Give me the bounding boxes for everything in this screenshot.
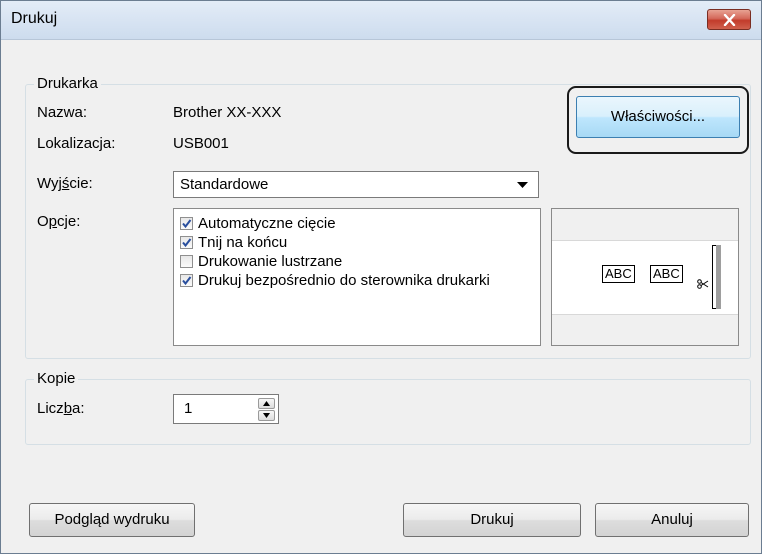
option-mirror-print-label: Drukowanie lustrzane (198, 253, 343, 270)
copies-group: Kopie (25, 370, 751, 445)
properties-button[interactable]: Właściwości... (576, 96, 740, 138)
count-label: Liczba: (37, 400, 85, 417)
output-label: Wyjście: (37, 175, 93, 192)
print-button-label: Drukuj (470, 511, 514, 528)
checkmark-icon (182, 276, 192, 286)
output-select[interactable]: Standardowe (173, 171, 539, 198)
option-cut-at-end-checkbox[interactable] (180, 236, 193, 249)
print-preview-label: Podgląd wydruku (54, 511, 170, 528)
options-list[interactable]: Automatyczne cięcie Tnij na końcu Drukow… (173, 208, 541, 346)
location-label: Lokalizacja: (37, 135, 116, 152)
option-auto-cut-label: Automatyczne cięcie (198, 215, 336, 232)
print-button[interactable]: Drukuj (403, 503, 581, 537)
arrow-down-icon (263, 413, 270, 418)
preview-label-2: ABC (650, 265, 683, 283)
cancel-button[interactable]: Anuluj (595, 503, 749, 537)
close-icon (723, 14, 736, 26)
print-preview-button[interactable]: Podgląd wydruku (29, 503, 195, 537)
close-button[interactable] (707, 9, 751, 30)
title-bar: Drukuj (1, 1, 761, 40)
option-direct-print-label: Drukuj bezpośrednio do sterownika drukar… (198, 272, 490, 289)
tape-edge-bar (716, 245, 721, 309)
window-title: Drukuj (11, 10, 58, 27)
option-cut-at-end-label: Tnij na końcu (198, 234, 288, 251)
preview-tape: ABC ABC (552, 240, 738, 315)
preview-label-1: ABC (602, 265, 635, 283)
scissors-icon (697, 279, 709, 289)
cancel-button-label: Anuluj (651, 511, 693, 528)
tape-preview: ABC ABC (551, 208, 739, 346)
properties-button-label: Właściwości... (610, 108, 706, 125)
option-auto-cut-checkbox[interactable] (180, 217, 193, 230)
options-label: Opcje: (37, 213, 81, 230)
copies-legend: Kopie (34, 370, 79, 387)
decrement-button[interactable] (258, 410, 275, 421)
checkmark-icon (182, 219, 192, 229)
chevron-down-icon (517, 182, 528, 188)
option-mirror-print-checkbox[interactable] (180, 255, 193, 268)
increment-button[interactable] (258, 398, 275, 409)
arrow-up-icon (263, 401, 270, 406)
name-label: Nazwa: (37, 104, 88, 121)
printer-legend: Drukarka (34, 75, 101, 92)
output-select-value: Standardowe (180, 176, 269, 193)
option-direct-print-checkbox[interactable] (180, 274, 193, 287)
copies-stepper[interactable]: 1 (173, 394, 279, 424)
print-dialog: Drukuj Drukarka Nazwa: Brother XX-XXX Lo… (0, 0, 762, 554)
copies-value: 1 (184, 400, 193, 417)
location-value: USB001 (173, 135, 229, 152)
name-value: Brother XX-XXX (173, 104, 282, 121)
checkmark-icon (182, 238, 192, 248)
